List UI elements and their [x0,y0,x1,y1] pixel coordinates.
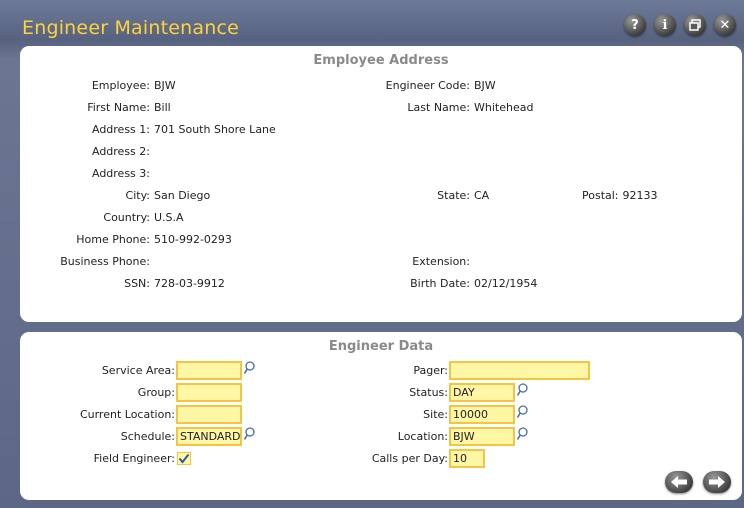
site-field[interactable]: 10000 [449,405,515,424]
home-phone-row: Home Phone: 510-992-0293 [20,233,232,246]
close-icon[interactable]: ✕ [714,14,736,36]
extension-row: Extension: [320,255,474,268]
group-label: Group: [137,386,175,399]
location-label: Location: [397,430,448,443]
last-name-row: Last Name: Whitehead [320,101,533,114]
country-row: Country: U.S.A [20,211,184,224]
engineer-code-label: Engineer Code: [385,79,470,92]
first-name-value: Bill [154,101,171,114]
state-row: State: CA [320,189,489,202]
restore-icon[interactable] [684,14,706,36]
calls-per-day-label: Calls per Day: [371,452,448,465]
site-label: Site: [423,408,448,421]
address2-label: Address 2: [91,145,150,158]
arrow-right-icon[interactable] [703,471,731,493]
schedule-field[interactable]: STANDARD [176,427,242,446]
status-field[interactable]: DAY [449,383,515,402]
engineer-code-row: Engineer Code: BJW [320,79,496,92]
last-name-value: Whitehead [474,101,534,114]
postal-label: Postal: [582,189,619,202]
home-phone-value: 510-992-0293 [154,233,232,246]
business-phone-label: Business Phone: [60,255,150,268]
pager-label: Pager: [413,364,448,377]
state-label: State: [437,189,470,202]
pager-field[interactable] [449,361,590,380]
window-title: Engineer Maintenance [22,17,240,39]
title-bar: Engineer Maintenance ? i ✕ [0,0,744,44]
birth-date-value: 02/12/1954 [474,277,538,290]
address1-row: Address 1: 701 South Shore Lane [20,123,276,136]
current-location-field[interactable] [176,405,242,424]
ssn-label: SSN: [124,277,150,290]
engineer-data-panel: Engineer Data Service Area: Group: Curre… [20,332,742,500]
status-lookup-icon[interactable] [516,383,528,397]
city-value: San Diego [154,189,211,202]
site-lookup-icon[interactable] [516,405,528,419]
engineer-maintenance-window: Engineer Maintenance ? i ✕ Employee Addr… [0,0,744,508]
address2-row: Address 2: [20,145,154,158]
employee-value: BJW [154,79,176,92]
arrow-left-icon[interactable] [665,471,693,493]
ssn-row: SSN: 728-03-9912 [20,277,225,290]
country-label: Country: [103,211,150,224]
birth-date-label: Birth Date: [410,277,470,290]
info-icon[interactable]: i [654,14,676,36]
group-field[interactable] [176,383,242,402]
city-label: City: [125,189,150,202]
title-bar-buttons: ? i ✕ [624,14,736,36]
engineer-data-title: Engineer Data [328,339,434,354]
service-area-field[interactable] [176,361,242,380]
birth-date-row: Birth Date: 02/12/1954 [320,277,537,290]
city-row: City: San Diego [20,189,211,202]
postal-row: Postal: 92133 [582,189,658,202]
address3-row: Address 3: [20,167,154,180]
employee-row: Employee: BJW [20,79,176,92]
service-area-lookup-icon[interactable] [243,361,255,375]
address3-label: Address 3: [91,167,150,180]
location-lookup-icon[interactable] [516,427,528,441]
home-phone-label: Home Phone: [76,233,150,246]
ssn-value: 728-03-9912 [154,277,225,290]
status-label: Status: [409,386,448,399]
address1-label: Address 1: [91,123,150,136]
service-area-label: Service Area: [101,364,175,377]
employee-address-panel: Employee Address Employee: BJW First Name… [20,46,742,322]
schedule-lookup-icon[interactable] [243,427,255,441]
first-name-row: First Name: Bill [20,101,171,114]
schedule-label: Schedule: [120,430,175,443]
state-value: CA [474,189,490,202]
extension-label: Extension: [412,255,470,268]
engineer-code-value: BJW [474,79,496,92]
country-value: U.S.A [154,211,184,224]
last-name-label: Last Name: [407,101,470,114]
address1-value: 701 South Shore Lane [154,123,276,136]
first-name-label: First Name: [87,101,150,114]
employee-address-title: Employee Address [313,53,449,68]
calls-per-day-field[interactable]: 10 [449,449,485,468]
business-phone-row: Business Phone: [20,255,154,268]
field-engineer-checkbox[interactable] [177,452,191,465]
field-engineer-label: Field Engineer: [93,452,175,465]
location-field[interactable]: BJW [449,427,515,446]
employee-label: Employee: [91,79,150,92]
help-icon[interactable]: ? [624,14,646,36]
postal-value: 92133 [622,189,658,202]
current-location-label: Current Location: [79,408,175,421]
